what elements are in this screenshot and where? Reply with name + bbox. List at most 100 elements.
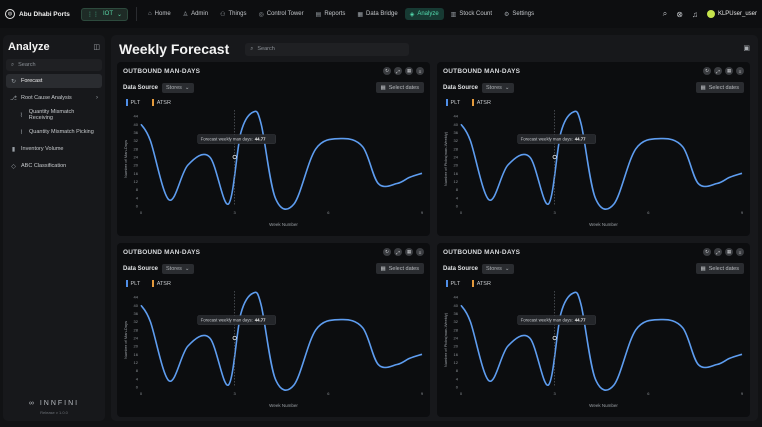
data-source-label: Data Source bbox=[123, 266, 159, 272]
expand-icon[interactable]: ▣ bbox=[743, 44, 750, 52]
tower-icon: ◎ bbox=[258, 11, 264, 18]
legend-item-atsr[interactable]: ATSR bbox=[472, 99, 491, 106]
alert-icon[interactable]: ⊗ bbox=[676, 10, 683, 19]
x-tick-label: 9 bbox=[421, 210, 424, 215]
nav-analyze[interactable]: ◈ Analyze bbox=[404, 8, 444, 20]
nav-label: Admin bbox=[191, 11, 209, 17]
hover-point[interactable] bbox=[552, 335, 557, 341]
y-tick-label: 28 bbox=[134, 327, 139, 332]
nav-admin[interactable]: ♙ Admin bbox=[178, 8, 213, 20]
main-search-input[interactable] bbox=[257, 46, 398, 52]
card-actions: ↻ ⤢ ▦ ≡ bbox=[703, 248, 744, 256]
footer-version: Release v 1.0.0 bbox=[40, 410, 68, 415]
sidebar-search: ⌕ bbox=[6, 59, 102, 71]
collapse-sidebar-icon[interactable]: ◫ bbox=[93, 43, 100, 51]
analyze-icon: ◈ bbox=[409, 11, 415, 18]
sidebar-item-root-cause-analysis[interactable]: ⎇ Root Cause Analysis › bbox=[6, 91, 102, 105]
sidebar-item-label: Root Cause Analysis bbox=[21, 95, 72, 101]
refresh-icon[interactable]: ↻ bbox=[383, 248, 391, 256]
nav-stock-count[interactable]: ▥ Stock Count bbox=[446, 8, 497, 20]
y-tick-label: 4 bbox=[456, 195, 459, 200]
user-name: KLPUser_user bbox=[717, 11, 757, 17]
sidebar-title: Analyze bbox=[8, 41, 50, 53]
calendar-icon[interactable]: ▦ bbox=[725, 67, 733, 75]
y-tick-label: 0 bbox=[136, 204, 139, 209]
select-dates-button[interactable]: ▦ Select dates bbox=[695, 263, 744, 274]
data-source-select[interactable]: Stores ⌄ bbox=[162, 83, 194, 93]
refresh-icon[interactable]: ↻ bbox=[703, 248, 711, 256]
legend-item-atsr[interactable]: ATSR bbox=[152, 99, 171, 106]
chart-tooltip: Forecast weekly man days: 44.77 bbox=[517, 134, 596, 144]
select-dates-label: Select dates bbox=[708, 265, 739, 272]
menu-icon[interactable]: ≡ bbox=[736, 248, 744, 256]
forecast-card: OUTBOUND MAN-DAYS ↻ ⤢ ▦ ≡ Data Source St… bbox=[117, 243, 430, 417]
sidebar-item-forecast[interactable]: ↻ Forecast bbox=[6, 74, 102, 88]
refresh-icon[interactable]: ↻ bbox=[703, 67, 711, 75]
calendar-icon[interactable]: ▦ bbox=[725, 248, 733, 256]
y-tick-label: 0 bbox=[456, 204, 459, 209]
data-source-select[interactable]: Stores ⌄ bbox=[162, 264, 194, 274]
legend-item-plt[interactable]: PLT bbox=[126, 280, 140, 287]
nav-home[interactable]: ⌂ Home bbox=[143, 8, 176, 20]
menu-icon[interactable]: ≡ bbox=[416, 248, 424, 256]
select-dates-button[interactable]: ▦ Select dates bbox=[375, 82, 424, 93]
x-tick-label: 3 bbox=[554, 391, 557, 396]
menu-icon[interactable]: ≡ bbox=[736, 67, 744, 75]
calendar-icon[interactable]: ▦ bbox=[405, 248, 413, 256]
tooltip-label-text: Forecast weekly man days: bbox=[521, 137, 573, 142]
x-tick-label: 0 bbox=[460, 210, 463, 215]
user-menu[interactable]: KLPUser_user bbox=[706, 10, 757, 18]
nav-data-bridge[interactable]: ▦ Data Bridge bbox=[352, 8, 402, 20]
gear-icon: ⚙ bbox=[504, 11, 510, 18]
y-tick-label: 32 bbox=[134, 319, 139, 324]
chart-tooltip: Forecast weekly man days: 44.77 bbox=[517, 315, 596, 325]
y-tick-label: 40 bbox=[454, 122, 459, 127]
hover-point[interactable] bbox=[232, 335, 237, 341]
legend-item-plt[interactable]: PLT bbox=[446, 99, 460, 106]
nav-settings[interactable]: ⚙ Settings bbox=[499, 8, 539, 20]
y-tick-label: 8 bbox=[456, 187, 459, 192]
y-tick-label: 4 bbox=[136, 195, 139, 200]
data-source-select[interactable]: Stores ⌄ bbox=[482, 264, 514, 274]
environment-selector[interactable]: ⋮⋮ IOT ⌄ bbox=[81, 7, 129, 21]
fullscreen-icon[interactable]: ⤢ bbox=[714, 67, 722, 75]
fullscreen-icon[interactable]: ⤢ bbox=[394, 248, 402, 256]
stock-icon: ▥ bbox=[450, 11, 457, 18]
grid-icon: ⋮⋮ bbox=[87, 11, 99, 18]
refresh-icon[interactable]: ↻ bbox=[383, 67, 391, 75]
sidebar-item-abc-classification[interactable]: ◇ ABC Classification bbox=[6, 159, 102, 173]
legend-item-plt[interactable]: PLT bbox=[446, 280, 460, 287]
nav-reports[interactable]: ▤ Reports bbox=[311, 8, 351, 20]
y-tick-label: 32 bbox=[454, 138, 459, 143]
sidebar-item-quantity-mismatch-picking[interactable]: ⌇ Quantity Mismatch Picking bbox=[6, 125, 102, 139]
calendar-icon[interactable]: ▦ bbox=[405, 67, 413, 75]
y-tick-label: 44 bbox=[134, 114, 139, 119]
select-dates-button[interactable]: ▦ Select dates bbox=[695, 82, 744, 93]
brand[interactable]: ◍ Abu Dhabi Ports bbox=[5, 9, 75, 19]
menu-icon[interactable]: ≡ bbox=[416, 67, 424, 75]
fullscreen-icon[interactable]: ⤢ bbox=[394, 67, 402, 75]
hover-point[interactable] bbox=[232, 154, 237, 160]
y-tick-label: 8 bbox=[456, 368, 459, 373]
select-dates-button[interactable]: ▦ Select dates bbox=[375, 263, 424, 274]
y-tick-label: 20 bbox=[134, 163, 139, 168]
nav-things[interactable]: ⚇ Things bbox=[215, 8, 251, 20]
legend-label: PLT bbox=[130, 280, 141, 287]
search-icon[interactable]: ⌕ bbox=[663, 9, 667, 19]
y-tick-label: 4 bbox=[456, 376, 459, 381]
sidebar-item-inventory-volume[interactable]: ▮ Inventory Volume bbox=[6, 142, 102, 156]
sidebar-item-quantity-mismatch-receiving[interactable]: ⌇ Quantity Mismatch Receiving bbox=[6, 108, 102, 122]
legend-item-plt[interactable]: PLT bbox=[126, 99, 140, 106]
fullscreen-icon[interactable]: ⤢ bbox=[714, 248, 722, 256]
legend-item-atsr[interactable]: ATSR bbox=[152, 280, 171, 287]
nav-control-tower[interactable]: ◎ Control Tower bbox=[253, 8, 308, 20]
data-source-select[interactable]: Stores ⌄ bbox=[482, 83, 514, 93]
legend-item-atsr[interactable]: ATSR bbox=[472, 280, 491, 287]
hover-point[interactable] bbox=[552, 154, 557, 160]
divider bbox=[136, 7, 138, 21]
y-tick-label: 4 bbox=[136, 376, 139, 381]
sidebar-search-input[interactable] bbox=[18, 62, 97, 68]
bell-icon[interactable]: ♫ bbox=[692, 10, 698, 19]
main-search: ⌕ bbox=[245, 42, 410, 56]
forecast-series-line bbox=[460, 110, 743, 210]
